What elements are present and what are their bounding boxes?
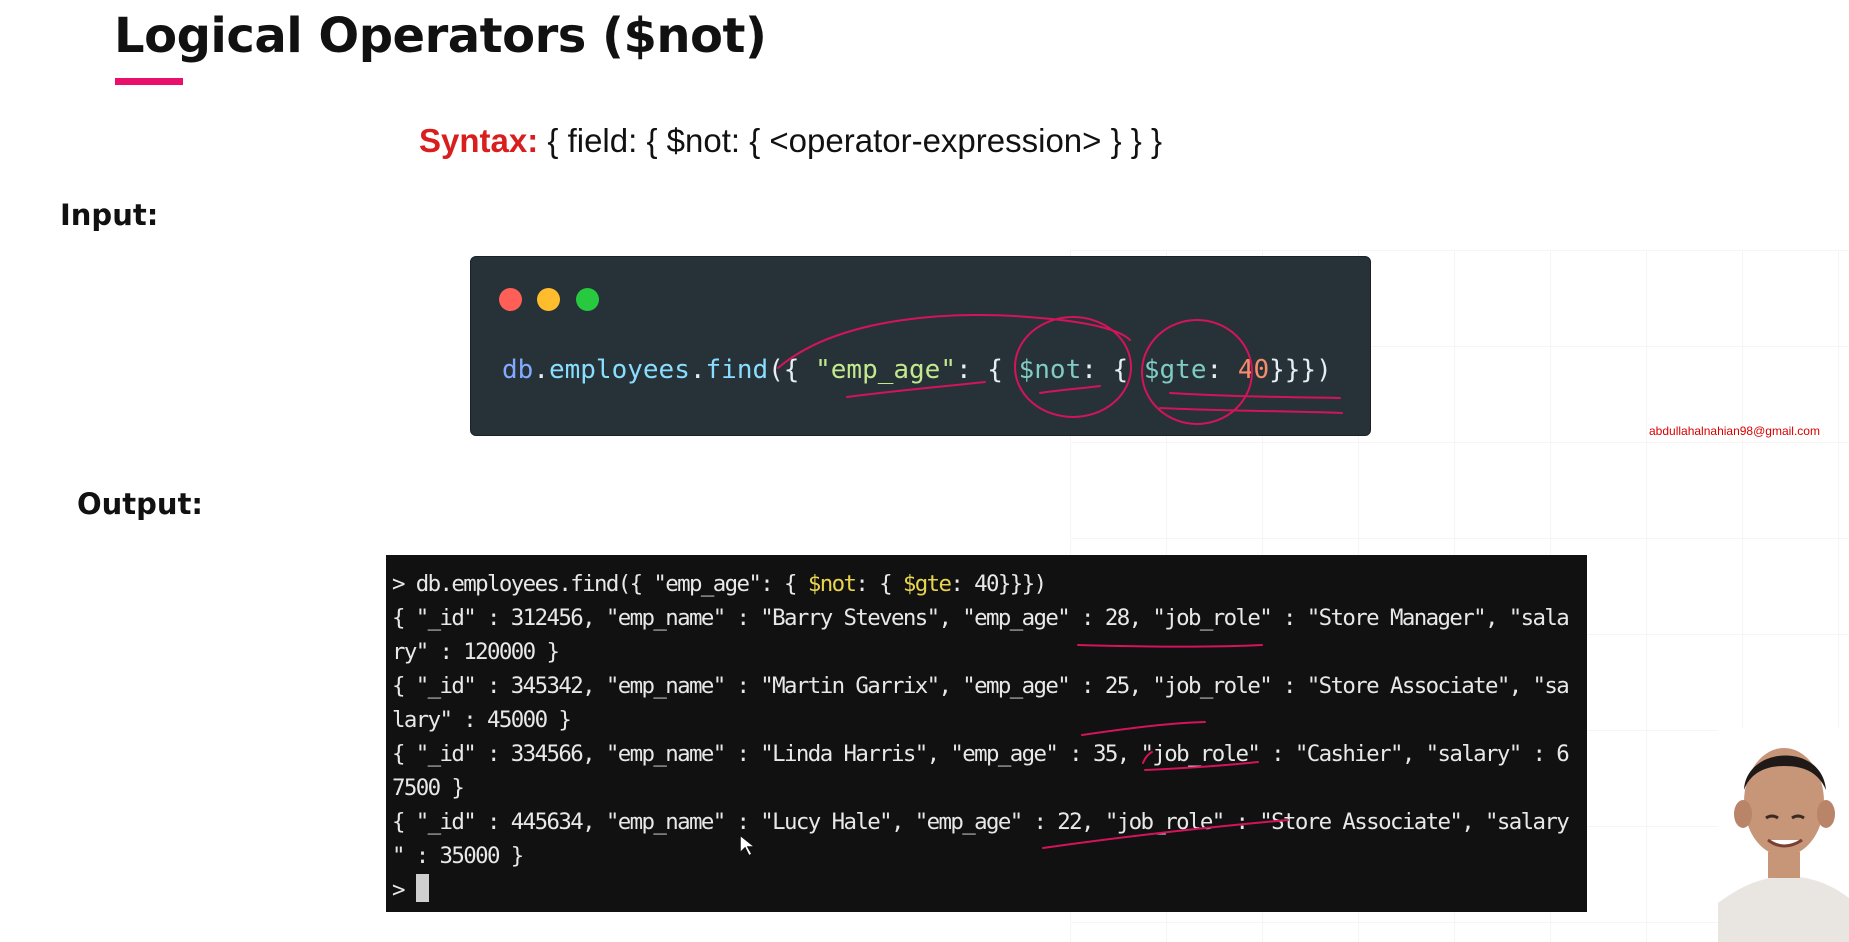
code-line: db.employees.find({ "emp_age": { $not: {… <box>502 355 1332 385</box>
code-punct: : <box>1206 355 1238 385</box>
presenter-webcam <box>1718 728 1849 942</box>
code-collection: employees <box>548 355 690 385</box>
output-label: Output: <box>77 487 204 521</box>
green-maximize-dot-icon <box>576 288 599 311</box>
terminal-gte-operator: $gte <box>902 571 952 597</box>
code-punct: ({ <box>768 355 816 385</box>
syntax-label: Syntax: <box>419 122 539 159</box>
terminal-cursor[interactable] <box>415 874 429 902</box>
terminal-result-line: { "_id" : 345342, "emp_name" : "Martin G… <box>392 673 1570 699</box>
terminal-result-line: { "_id" : 312456, "emp_name" : "Barry St… <box>392 605 1570 631</box>
code-db: db <box>502 355 534 385</box>
terminal-prompt: > <box>392 877 416 903</box>
presenter-avatar <box>1718 728 1849 942</box>
code-method: find <box>705 355 769 385</box>
terminal-result-line: lary" : 45000 } <box>392 707 572 733</box>
input-label: Input: <box>60 198 159 232</box>
terminal-result-line: 7500 } <box>392 775 465 801</box>
terminal-result-line: { "_id" : 334566, "emp_name" : "Linda Ha… <box>392 741 1570 767</box>
code-number: 40 <box>1237 355 1270 385</box>
title-underline <box>115 78 183 85</box>
terminal-output[interactable]: > db.employees.find({ "emp_age": { $not:… <box>386 555 1587 912</box>
code-dot: . <box>689 355 706 385</box>
slide-title: Logical Operators ($not) <box>114 8 767 64</box>
syntax-expression: { field: { $not: { <operator-expression>… <box>538 122 1162 159</box>
code-dot: . <box>533 355 549 385</box>
terminal-result-line: ry" : 120000 } <box>392 639 560 665</box>
red-close-dot-icon <box>499 288 522 311</box>
code-punct: : { <box>1081 355 1144 385</box>
yellow-minimize-dot-icon <box>537 288 560 311</box>
terminal-command-line: > db.employees.find({ "emp_age": { $not:… <box>392 571 1047 597</box>
code-gte-operator: $gte <box>1143 355 1207 385</box>
syntax-line: Syntax: { field: { $not: { <operator-exp… <box>419 122 1162 160</box>
code-field-key: "emp_age" <box>815 355 956 385</box>
terminal-result-line: { "_id" : 445634, "emp_name" : "Lucy Hal… <box>392 809 1570 835</box>
terminal-not-operator: $not <box>807 571 857 597</box>
code-not-operator: $not <box>1018 355 1082 385</box>
terminal-result-line: " : 35000 } <box>392 843 524 869</box>
terminal-prompt-line[interactable]: > <box>392 873 1587 907</box>
mouse-pointer-icon <box>739 833 758 858</box>
code-punct: : { <box>956 355 1019 385</box>
email-watermark: abdullahalnahian98@gmail.com <box>1649 424 1820 438</box>
code-window: db.employees.find({ "emp_age": { $not: {… <box>470 256 1371 436</box>
code-punct: }}}) <box>1269 355 1332 385</box>
